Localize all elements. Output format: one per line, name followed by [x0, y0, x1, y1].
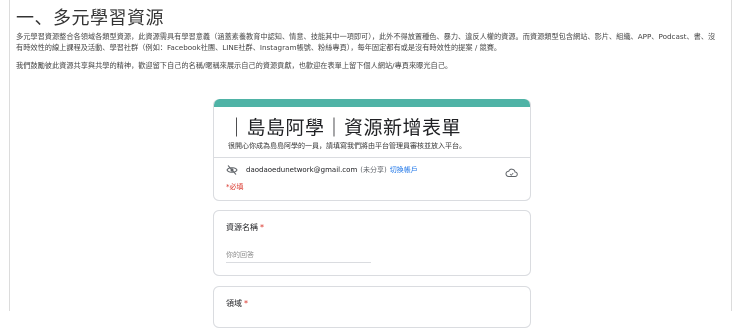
switch-account-link[interactable]: 切換帳戶	[390, 165, 418, 175]
required-asterisk: *	[260, 223, 264, 232]
form-accent-bar	[214, 99, 530, 107]
form-header-card: ｜島島阿學｜資源新增表單 很開心你成為島島阿學的一員，請填寫我們將由平台管理員審…	[213, 99, 531, 201]
question-label: 資源名稱 *	[226, 222, 264, 233]
content-border-left	[9, 0, 10, 311]
account-share-status: (未分享)	[360, 166, 387, 174]
question-label: 領域 *	[226, 298, 248, 309]
required-asterisk: *	[244, 299, 248, 308]
form-description: 很開心你成為島島阿學的一員，請填寫我們將由平台管理員審核並放入平台。	[228, 142, 466, 150]
hidden-eye-icon	[226, 161, 238, 180]
form-title: ｜島島阿學｜資源新增表單	[227, 117, 462, 139]
question-title: 領域	[226, 299, 242, 308]
account-email: daodaoedunetwork@gmail.com	[246, 166, 358, 174]
intro-paragraph: 多元學習資源整合各領域各類型資源，此資源需具有學習意義（涵蓋素養教育中認知、情意…	[16, 32, 716, 52]
question-card-domain: 領域 *	[213, 286, 531, 328]
cloud-save-icon	[505, 164, 518, 183]
resource-name-input[interactable]	[226, 248, 371, 263]
content-border-right	[731, 0, 732, 311]
account-row: daodaoedunetwork@gmail.com (未分享) 切換帳戶	[226, 164, 418, 176]
question-title: 資源名稱	[226, 223, 258, 232]
embedded-google-form: ｜島島阿學｜資源新增表單 很開心你成為島島阿學的一員，請填寫我們將由平台管理員審…	[213, 99, 531, 328]
encouragement-paragraph: 我們鼓勵彼此資源共享與共學的精神，歡迎留下自己的名稱/暱稱來展示自己的資源貢獻，…	[16, 61, 453, 70]
question-card-resource-name: 資源名稱 *	[213, 210, 531, 276]
form-header-divider	[214, 157, 530, 158]
page-title: 一、多元學習資源	[16, 8, 164, 29]
required-note: *必填	[226, 183, 244, 191]
